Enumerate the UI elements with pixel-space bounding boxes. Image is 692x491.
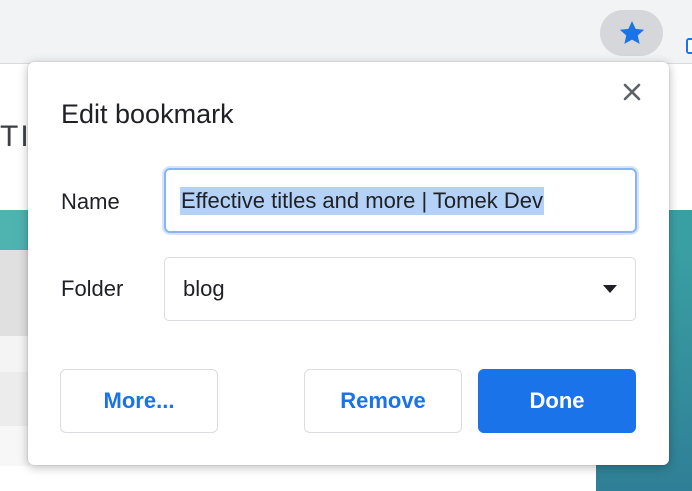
edit-bookmark-dialog: Edit bookmark Name Effective titles and … [28,62,669,465]
page-row [0,336,30,372]
name-input[interactable]: Effective titles and more | Tomek Dev [164,168,637,233]
extension-icon[interactable] [686,38,692,54]
page-heading-partial: TI [0,120,31,153]
remove-button[interactable]: Remove [304,369,462,433]
close-icon [623,83,641,101]
name-input-value: Effective titles and more | Tomek Dev [180,186,544,215]
folder-label: Folder [61,276,124,301]
more-button[interactable]: More... [60,369,218,433]
done-button[interactable]: Done [478,369,636,433]
page-row [0,426,30,466]
folder-select[interactable]: blog [164,257,636,321]
page-row [0,250,30,336]
folder-select-value: blog [183,276,225,301]
close-button[interactable] [618,78,646,106]
dialog-title: Edit bookmark [61,99,234,129]
browser-toolbar [0,0,692,64]
page-row [0,372,30,426]
name-label: Name [61,189,120,214]
bookmark-star-button[interactable] [600,10,663,56]
star-icon [619,21,644,44]
address-bar[interactable] [0,8,680,54]
dropdown-caret-icon [603,285,617,293]
